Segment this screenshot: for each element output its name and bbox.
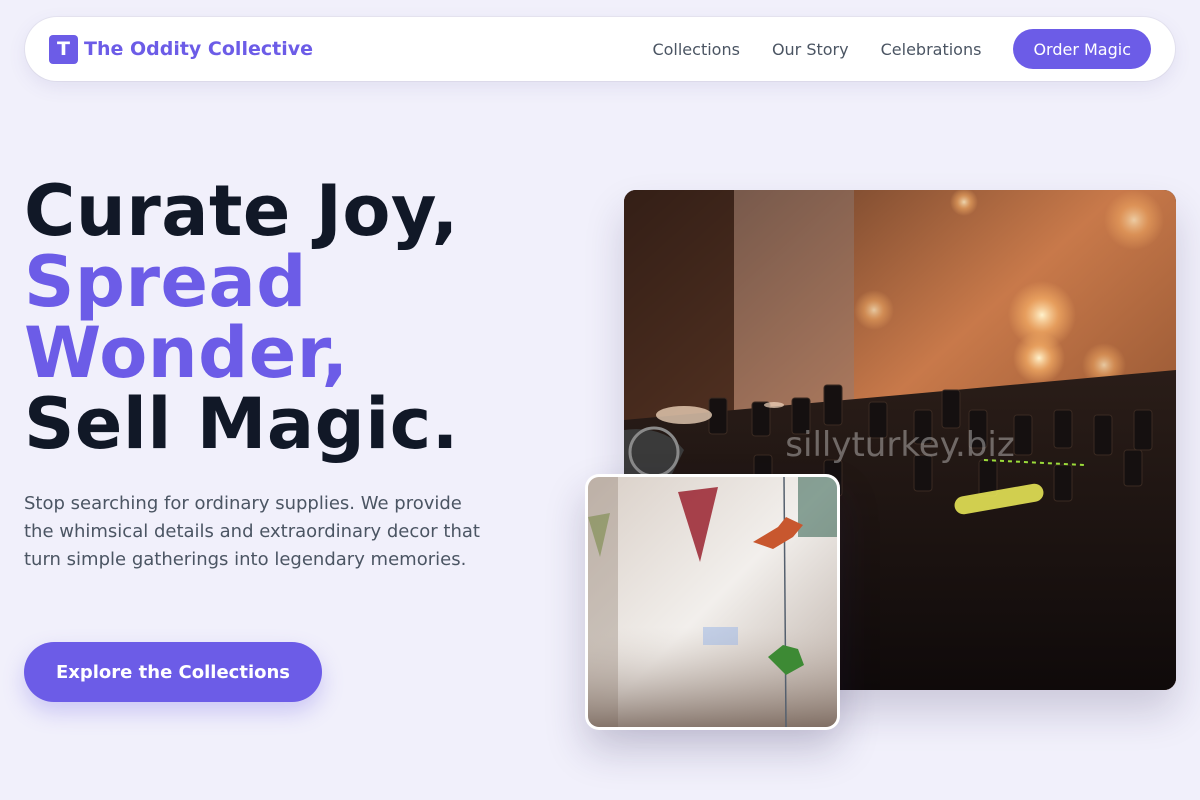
nav-link-celebrations[interactable]: Celebrations xyxy=(881,40,982,59)
hero-description: Stop searching for ordinary supplies. We… xyxy=(24,493,480,570)
image-watermark: sillyturkey.biz xyxy=(785,425,1014,465)
headline-line-3: Wonder, xyxy=(24,312,349,394)
hero-headline: Curate Joy, Spread Wonder, Sell Magic. xyxy=(24,176,459,460)
party-bunting-photo xyxy=(585,474,840,730)
headline-line-1: Curate Joy, xyxy=(24,170,459,252)
nav-links: Collections Our Story Celebrations Order… xyxy=(652,29,1151,69)
explore-collections-button[interactable]: Explore the Collections xyxy=(24,642,322,702)
headline-line-2: Spread xyxy=(24,241,307,323)
bunting-photo-frame xyxy=(588,477,837,727)
order-magic-button[interactable]: Order Magic xyxy=(1013,29,1151,69)
brand-logo[interactable]: T The Oddity Collective xyxy=(49,34,313,64)
brand-name: The Oddity Collective xyxy=(84,38,313,60)
top-navbar: T The Oddity Collective Collections Our … xyxy=(25,17,1175,81)
landing-page: T The Oddity Collective Collections Our … xyxy=(0,0,1200,800)
headline-line-4: Sell Magic. xyxy=(24,383,459,465)
bunting-illustration xyxy=(588,477,837,727)
logo-mark-icon: T xyxy=(49,34,78,64)
nav-link-our-story[interactable]: Our Story xyxy=(772,40,849,59)
nav-link-collections[interactable]: Collections xyxy=(652,40,739,59)
